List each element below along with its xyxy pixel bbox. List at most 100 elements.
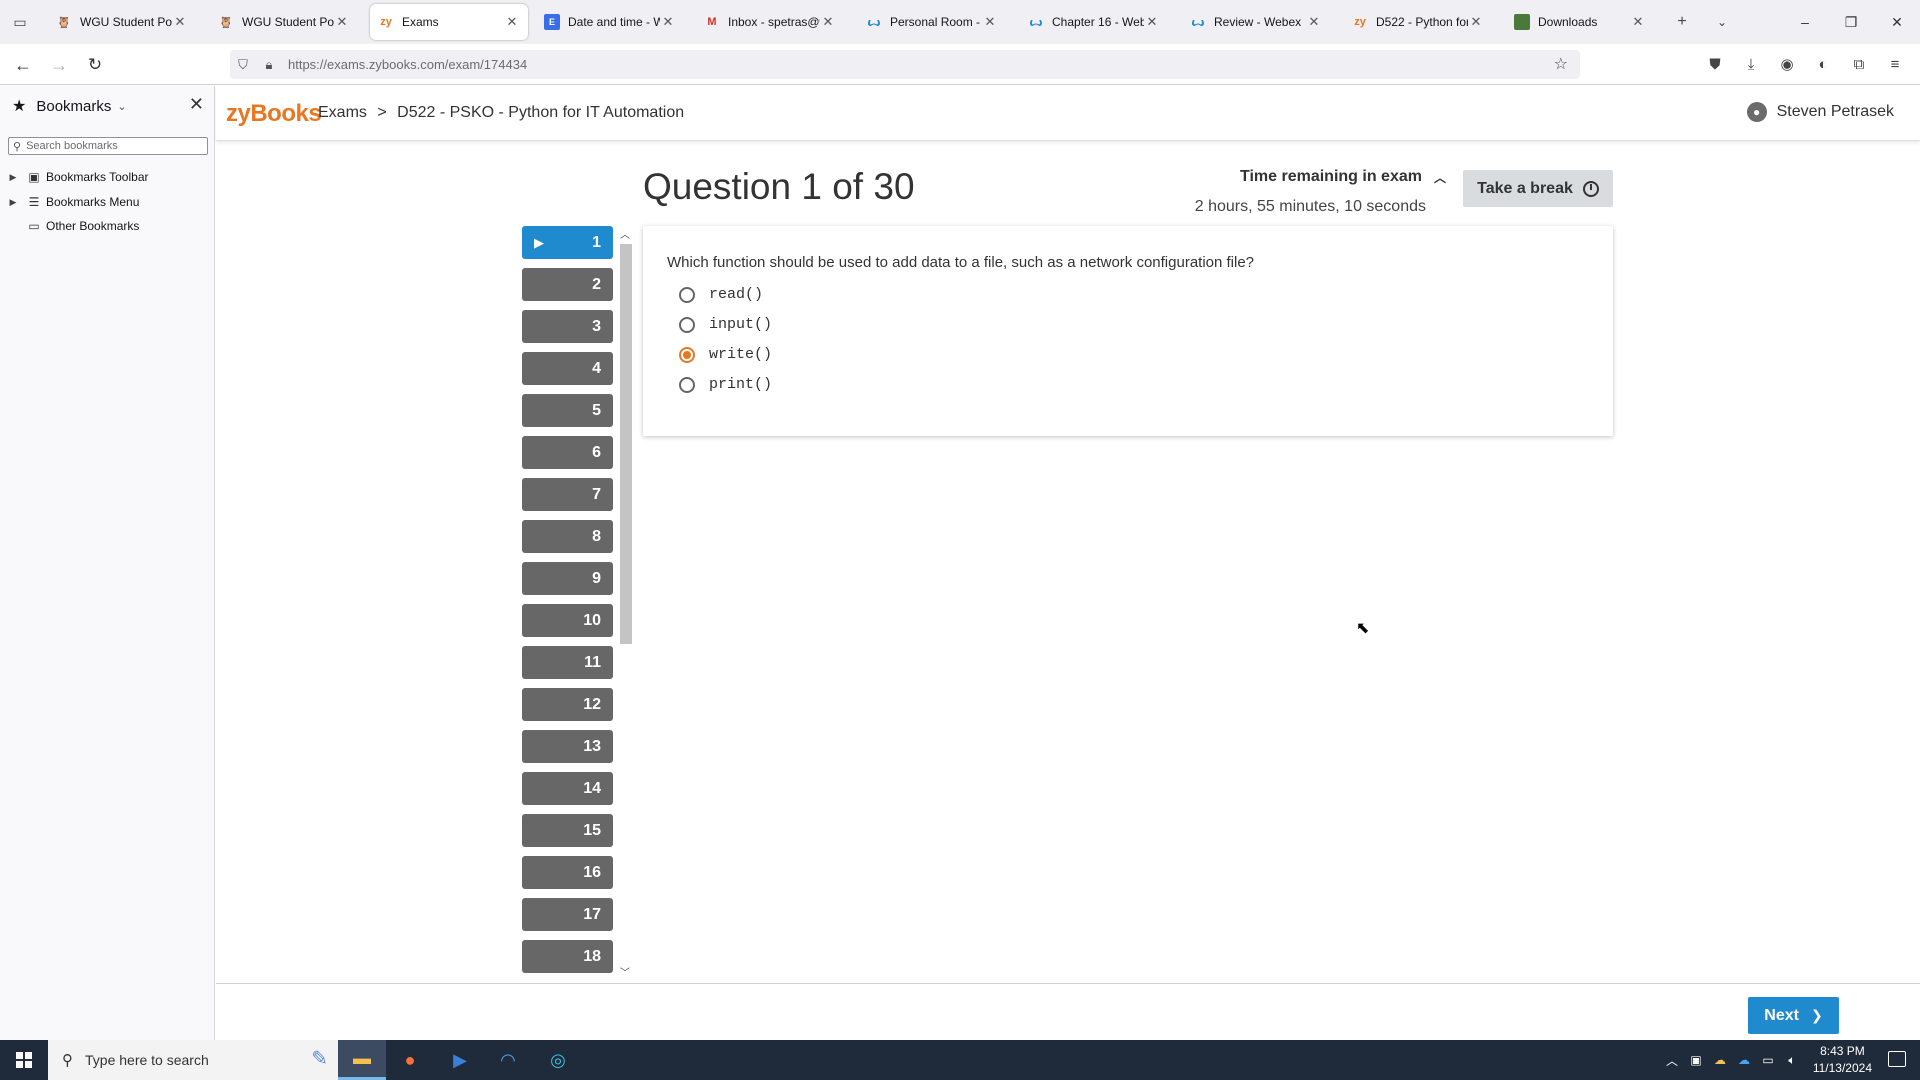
search-highlight-illustration-icon[interactable]: ✎ (311, 1046, 328, 1071)
back-icon[interactable]: ← (10, 52, 36, 78)
question-nav-8[interactable]: 8 (522, 520, 613, 553)
scroll-down-icon[interactable]: ﹀ (618, 964, 632, 979)
question-nav-2[interactable]: 2 (522, 268, 613, 301)
tab-d522[interactable]: zy D522 - Python for I ✕ (1344, 4, 1492, 40)
tab-review[interactable]: ꙍ Review - Webex ✕ (1182, 4, 1330, 40)
bookmarks-header[interactable]: ★ Bookmarks ⌄ (12, 96, 127, 116)
radio-button[interactable] (679, 286, 695, 303)
volume-icon[interactable]: 🔈︎ (1780, 1053, 1804, 1068)
bookmark-folder-other[interactable]: ▭ Other Bookmarks (0, 216, 139, 236)
time-remaining-toggle[interactable]: Time remaining in exam ︿ (1176, 168, 1446, 186)
start-button[interactable] (0, 1040, 48, 1080)
question-nav-scrollbar[interactable]: ︿ ﹀ (618, 226, 632, 979)
answer-option-input[interactable]: input() (679, 316, 772, 333)
downloads-icon[interactable]: ⤓ (1739, 53, 1763, 77)
tab-wgu-portal-1[interactable]: 🦉 WGU Student Portal ✕ (48, 4, 196, 40)
question-nav-7[interactable]: 7 (522, 478, 613, 511)
expand-arrow-icon[interactable]: ▶ (6, 172, 20, 183)
close-tab-icon[interactable]: ✕ (334, 14, 350, 30)
close-sidebar-icon[interactable]: ✕ (189, 94, 204, 115)
extensions-puzzle-icon[interactable]: ⧉ (1847, 53, 1871, 77)
zybooks-logo[interactable]: zyBooks (226, 100, 322, 128)
forward-icon[interactable]: → (46, 52, 72, 78)
radio-button[interactable] (679, 316, 695, 333)
extension-icon[interactable]: ◐ (1811, 53, 1835, 77)
next-button[interactable]: Next ❯ (1748, 997, 1839, 1034)
list-all-tabs-icon[interactable]: ⌄ (1710, 10, 1734, 34)
radio-button-selected[interactable] (679, 346, 695, 363)
new-tab-icon[interactable]: + (1670, 10, 1694, 34)
question-nav-11[interactable]: 11 (522, 646, 613, 679)
shield-icon[interactable]: ⛉ (230, 57, 256, 73)
bookmarks-search-input[interactable]: ⚲ Search bookmarks (8, 137, 208, 155)
taskbar-search-box[interactable]: ⚲ Type here to search ✎ (48, 1040, 338, 1080)
tab-downloads[interactable]: Downloads ✕ (1506, 4, 1654, 40)
tab-title: WGU Student Portal (242, 15, 334, 29)
question-nav-3[interactable]: 3 (522, 310, 613, 343)
scroll-up-icon[interactable]: ︿ (618, 226, 632, 241)
close-tab-icon[interactable]: ✕ (1630, 14, 1646, 30)
taskbar-clock[interactable]: 8:43 PM 11/13/2024 (1813, 1043, 1872, 1077)
answer-option-read[interactable]: read() (679, 286, 763, 303)
powershell-icon[interactable]: ▶ (436, 1040, 484, 1080)
answer-option-print[interactable]: print() (679, 376, 772, 393)
scrollbar-thumb[interactable] (620, 244, 632, 644)
close-tab-icon[interactable]: ✕ (660, 14, 676, 30)
firefox-icon[interactable]: ● (386, 1040, 434, 1080)
answer-option-write[interactable]: write() (679, 346, 772, 363)
question-nav-10[interactable]: 10 (522, 604, 613, 637)
reload-icon[interactable]: ↻ (82, 52, 108, 78)
tab-personal-room[interactable]: ꙍ Personal Room - W ✕ (858, 4, 1006, 40)
bookmark-folder-menu[interactable]: ▶ ☰ Bookmarks Menu (0, 192, 140, 212)
notification-center-icon[interactable] (1888, 1051, 1906, 1067)
radio-button[interactable] (679, 376, 695, 393)
question-nav-18[interactable]: 18 (522, 940, 613, 973)
minimize-icon[interactable]: – (1782, 0, 1828, 44)
question-nav-4[interactable]: 4 (522, 352, 613, 385)
take-a-break-button[interactable]: Take a break (1463, 170, 1613, 207)
menu-icon[interactable]: ≡ (1883, 53, 1907, 77)
question-nav-14[interactable]: 14 (522, 772, 613, 805)
tab-inbox[interactable]: M Inbox - spetras@w ✕ (696, 4, 844, 40)
close-tab-icon[interactable]: ✕ (820, 14, 836, 30)
close-tab-icon[interactable]: ✕ (1306, 14, 1322, 30)
close-window-icon[interactable]: ✕ (1874, 0, 1920, 44)
restore-icon[interactable]: ❐ (1828, 0, 1874, 44)
close-tab-icon[interactable]: ✕ (172, 14, 188, 30)
question-nav-5[interactable]: 5 (522, 394, 613, 427)
account-icon[interactable]: ◉ (1775, 53, 1799, 77)
question-nav-13[interactable]: 13 (522, 730, 613, 763)
close-tab-icon[interactable]: ✕ (504, 14, 520, 30)
remote-app-icon[interactable]: ◠ (484, 1040, 532, 1080)
close-tab-icon[interactable]: ✕ (1468, 14, 1484, 30)
question-nav-9[interactable]: 9 (522, 562, 613, 595)
expand-arrow-icon[interactable]: ▶ (6, 197, 20, 208)
address-bar[interactable]: ⛉ 🔒︎ https://exams.zybooks.com/exam/1744… (230, 50, 1580, 79)
question-nav-16[interactable]: 16 (522, 856, 613, 889)
tab-exams[interactable]: zy Exams ✕ (370, 4, 528, 40)
question-nav-1[interactable]: ▶ 1 (522, 226, 613, 259)
tab-date-and-time[interactable]: E Date and time - We ✕ (536, 4, 684, 40)
breadcrumb-exams[interactable]: Exams (318, 104, 367, 121)
webex-taskbar-icon[interactable]: ◎ (534, 1040, 582, 1080)
pocket-icon[interactable]: ⛊ (1703, 53, 1727, 77)
show-hidden-icons-icon[interactable]: ︿ (1660, 1052, 1684, 1069)
user-menu[interactable]: ● Steven Petrasek (1746, 102, 1894, 122)
tab-chapter-16[interactable]: ꙍ Chapter 16 - Webex ✕ (1020, 4, 1168, 40)
bookmark-star-icon[interactable]: ☆ (1554, 54, 1568, 74)
file-explorer-icon[interactable]: ▬ (338, 1040, 386, 1080)
question-nav-6[interactable]: 6 (522, 436, 613, 469)
close-tab-icon[interactable]: ✕ (1144, 14, 1160, 30)
tab-list-icon[interactable]: ▭ (8, 10, 32, 34)
question-nav-12[interactable]: 12 (522, 688, 613, 721)
onedrive-icon[interactable]: ☁ (1732, 1053, 1756, 1067)
question-nav-15[interactable]: 15 (522, 814, 613, 847)
lock-icon[interactable]: 🔒︎ (256, 57, 282, 73)
question-nav-17[interactable]: 17 (522, 898, 613, 931)
meet-now-icon[interactable]: ▣ (1684, 1053, 1708, 1067)
network-icon[interactable]: ▭ (1756, 1053, 1780, 1067)
bookmark-folder-toolbar[interactable]: ▶ ▣ Bookmarks Toolbar (0, 167, 149, 187)
cloud-warning-icon[interactable]: ☁ (1708, 1053, 1732, 1067)
tab-wgu-portal-2[interactable]: 🦉 WGU Student Portal ✕ (210, 4, 358, 40)
close-tab-icon[interactable]: ✕ (982, 14, 998, 30)
